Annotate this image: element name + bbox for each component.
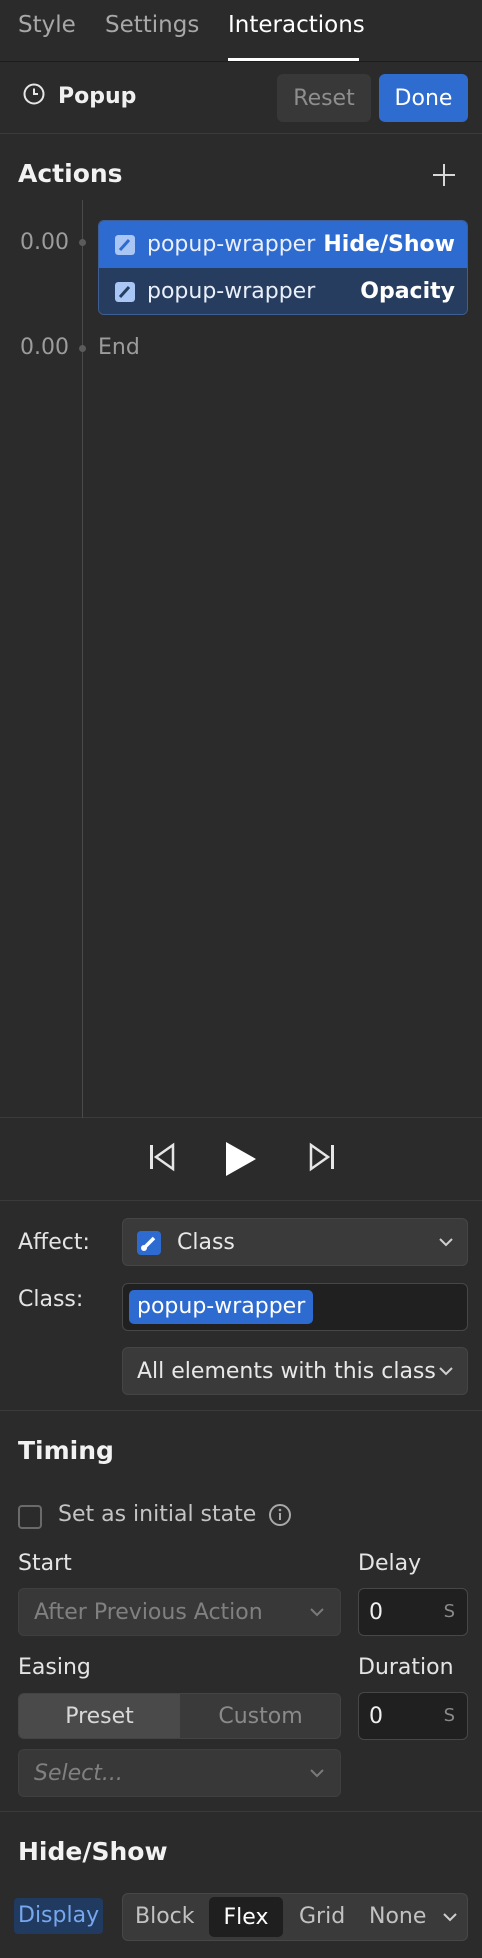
interaction-header: Popup Reset Done [0, 62, 482, 134]
timing-title: Timing [18, 1436, 114, 1465]
class-scope-select[interactable]: All elements with this class [122, 1347, 468, 1395]
action-type: Opacity [360, 279, 455, 304]
action-start-time: 0.00 [20, 230, 69, 255]
duration-label: Duration [358, 1655, 454, 1680]
info-icon[interactable] [268, 1503, 292, 1527]
delay-input[interactable]: 0 S [358, 1588, 468, 1636]
clock-icon [23, 83, 45, 105]
delay-value: 0 [369, 1600, 383, 1625]
easing-label: Easing [18, 1655, 91, 1680]
easing-select[interactable]: Select... [18, 1749, 341, 1797]
actions-title: Actions [18, 159, 123, 188]
display-label: Display [14, 1898, 104, 1934]
display-option-grid[interactable]: Grid [299, 1904, 345, 1929]
hide-show-title: Hide/Show [18, 1837, 168, 1866]
add-action-icon[interactable] [430, 161, 458, 189]
class-scope-value: All elements with this class [137, 1359, 436, 1384]
delay-label: Delay [358, 1551, 422, 1576]
class-chip[interactable]: popup-wrapper [129, 1290, 314, 1324]
display-option-flex[interactable]: Flex [209, 1897, 283, 1937]
initial-state-checkbox[interactable] [18, 1505, 42, 1529]
brush-icon [115, 281, 135, 302]
chevron-down-icon [439, 1238, 453, 1247]
duration-value: 0 [369, 1704, 383, 1729]
timeline-line [82, 200, 83, 1118]
duration-input[interactable]: 0 S [358, 1692, 468, 1740]
active-tab-indicator [228, 58, 359, 61]
class-input[interactable]: popup-wrapper [122, 1283, 468, 1331]
affect-label: Affect: [18, 1230, 90, 1255]
delay-unit: S [443, 1601, 455, 1622]
brush-icon [137, 1231, 161, 1255]
tab-interactions[interactable]: Interactions [228, 12, 365, 38]
hide-show-section: Hide/Show Display Block Flex Grid None [0, 1812, 482, 1958]
start-select[interactable]: After Previous Action [18, 1588, 341, 1636]
display-option-block[interactable]: Block [135, 1904, 195, 1929]
timeline-dot [79, 239, 86, 246]
action-end-time: 0.00 [20, 335, 69, 360]
action-target: popup-wrapper [147, 232, 316, 257]
duration-unit: S [443, 1705, 455, 1726]
done-button[interactable]: Done [379, 74, 468, 122]
chevron-down-icon [310, 1769, 324, 1778]
interaction-title: Popup [58, 84, 137, 109]
chevron-down-icon[interactable] [443, 1912, 457, 1922]
skip-to-end-icon[interactable] [308, 1142, 336, 1172]
action-item-opacity[interactable]: popup-wrapper Opacity [99, 268, 467, 314]
affect-select[interactable]: Class [122, 1218, 468, 1266]
initial-state-label: Set as initial state [58, 1502, 257, 1527]
action-type: Hide/Show [323, 232, 455, 257]
skip-to-start-icon[interactable] [148, 1142, 176, 1172]
easing-custom-option[interactable]: Custom [180, 1694, 340, 1738]
tab-style[interactable]: Style [18, 12, 76, 38]
chevron-down-icon [439, 1367, 453, 1376]
action-group[interactable]: popup-wrapper Hide/Show popup-wrapper Op… [98, 220, 468, 315]
class-label: Class: [18, 1287, 84, 1312]
brush-icon [115, 234, 135, 255]
easing-preset-option[interactable]: Preset [19, 1694, 180, 1738]
action-target: popup-wrapper [147, 279, 316, 304]
display-options: Block Flex Grid None [122, 1893, 468, 1941]
actions-section: Actions 0.00 popup-wrapper Hide/Show pop… [0, 135, 482, 1118]
panel-tabs: Style Settings Interactions [0, 0, 482, 62]
timeline-end-label: End [98, 335, 140, 360]
affect-section: Affect: Class Class: popup-wrapper All e… [0, 1201, 482, 1411]
easing-placeholder: Select... [34, 1761, 123, 1786]
affect-value: Class [177, 1230, 235, 1255]
play-icon[interactable] [222, 1140, 258, 1178]
chevron-down-icon [310, 1608, 324, 1617]
display-option-none[interactable]: None [369, 1904, 426, 1929]
reset-button[interactable]: Reset [277, 74, 371, 122]
action-item-hide-show[interactable]: popup-wrapper Hide/Show [99, 221, 467, 268]
start-label: Start [18, 1551, 72, 1576]
easing-mode-toggle: Preset Custom [18, 1693, 341, 1739]
tab-settings[interactable]: Settings [105, 12, 199, 38]
timing-section: Timing Set as initial state Start Delay … [0, 1411, 482, 1812]
start-value: After Previous Action [34, 1600, 263, 1625]
timeline-dot [79, 345, 86, 352]
playback-controls [0, 1118, 482, 1201]
